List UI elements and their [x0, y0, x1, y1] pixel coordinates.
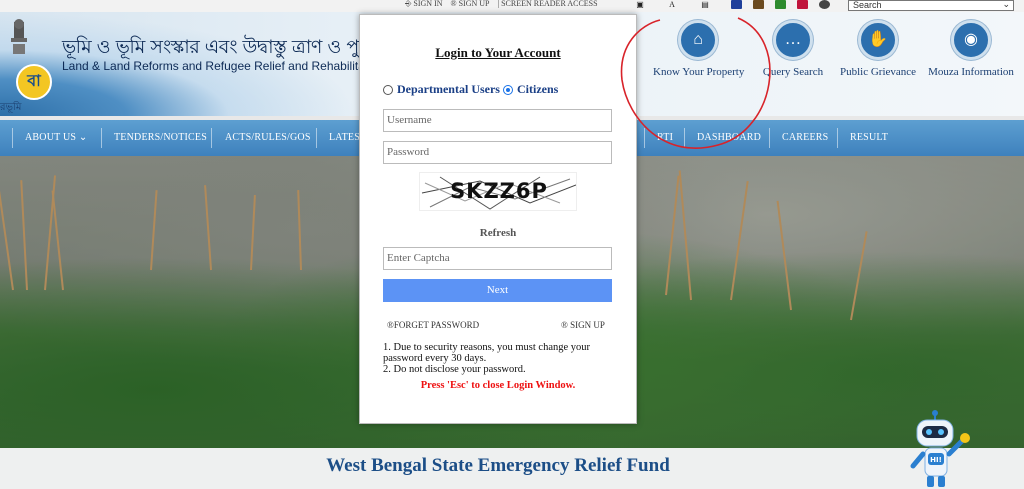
home-icon: ⌂ — [678, 20, 718, 60]
nav-divider — [101, 128, 102, 148]
password-field[interactable]: Password — [383, 141, 612, 164]
security-notes: 1. Due to security reasons, you must cha… — [383, 342, 613, 375]
nav-divider — [211, 128, 212, 148]
screen-reader-link[interactable]: | SCREEN READER ACCESS — [498, 0, 598, 8]
quick-link-know-your-property[interactable]: ⌂ Know Your Property — [653, 20, 744, 78]
chevron-down-icon: ⌄ — [1002, 0, 1010, 9]
chat-icon: … — [773, 20, 813, 60]
theme-blue-swatch[interactable] — [731, 0, 742, 9]
state-emblem-icon — [11, 19, 27, 54]
nav-rti[interactable]: RTI — [657, 132, 673, 143]
globe-icon: ◉ — [951, 20, 991, 60]
nav-divider — [12, 128, 13, 148]
quick-link-query-search[interactable]: … Query Search — [748, 20, 838, 78]
captcha-text: SKZZ6P — [450, 179, 548, 203]
nav-tenders-notices[interactable]: TENDERS/NOTICES — [114, 132, 207, 143]
search-select[interactable]: Search ⌄ — [848, 0, 1014, 11]
forget-password-link[interactable]: ®FORGET PASSWORD — [387, 320, 479, 330]
hand-icon: ✋ — [858, 20, 898, 60]
contrast-icon[interactable] — [819, 0, 830, 9]
nav-about-us[interactable]: ABOUT US ⌄ — [25, 132, 87, 143]
theme-red-swatch[interactable] — [797, 0, 808, 9]
security-note-2: 2. Do not disclose your password. — [383, 364, 526, 375]
radio-citizens[interactable] — [502, 84, 513, 95]
quick-link-public-grievance[interactable]: ✋ Public Grievance — [833, 20, 923, 78]
nav-dashboard[interactable]: DASHBOARD — [697, 132, 761, 143]
relief-fund-title: West Bengal State Emergency Relief Fund — [326, 455, 670, 476]
nav-divider — [316, 128, 317, 148]
nav-careers[interactable]: CAREERS — [782, 132, 828, 143]
login-title: Login to Your Account — [435, 45, 561, 60]
nav-divider — [644, 128, 645, 148]
sign-in-link[interactable]: ⎆ SIGN IN — [405, 0, 443, 8]
font-size-icon[interactable]: A — [665, 0, 679, 10]
nav-divider — [684, 128, 685, 148]
chatbot-robot-icon[interactable]: HI! — [905, 410, 977, 489]
user-type-radio-group: Departmental Users Citizens — [383, 82, 558, 97]
radio-departmental-users[interactable] — [383, 84, 393, 95]
quick-link-mouza-information[interactable]: ◉ Mouza Information — [926, 20, 1016, 78]
chatbot-badge: HI! — [930, 456, 942, 464]
sitemap-icon[interactable]: ▣ — [633, 0, 647, 10]
esc-close-note: Press 'Esc' to close Login Window. — [420, 380, 576, 391]
captcha-input[interactable]: Enter Captcha — [383, 247, 612, 270]
nav-latest[interactable]: LATES — [329, 132, 360, 143]
captcha-refresh-link[interactable]: Refresh — [359, 227, 637, 239]
security-note-1: 1. Due to security reasons, you must cha… — [383, 342, 591, 364]
nav-divider — [769, 128, 770, 148]
theme-green-swatch[interactable] — [775, 0, 786, 9]
username-field[interactable]: Username — [383, 109, 612, 132]
next-button[interactable]: Next — [383, 279, 612, 302]
nav-divider — [837, 128, 838, 148]
top-links: ⎆ SIGN IN ® SIGN UP | SCREEN READER ACCE… — [405, 0, 598, 8]
modal-sign-up-link[interactable]: ® SIGN UP — [561, 320, 605, 330]
sign-up-link[interactable]: ® SIGN UP — [451, 0, 490, 8]
theme-brown-swatch[interactable] — [753, 0, 764, 9]
captcha-image: SKZZ6P — [419, 172, 577, 211]
chevron-down-icon: ⌄ — [78, 132, 88, 143]
department-logo: বা — [16, 64, 52, 100]
logo-caption: রভূমি — [0, 102, 22, 113]
nav-acts-rules-gos[interactable]: ACTS/RULES/GOS — [225, 132, 311, 143]
nav-result[interactable]: RESULT — [850, 132, 888, 143]
text-icon[interactable]: ▤ — [698, 0, 712, 10]
